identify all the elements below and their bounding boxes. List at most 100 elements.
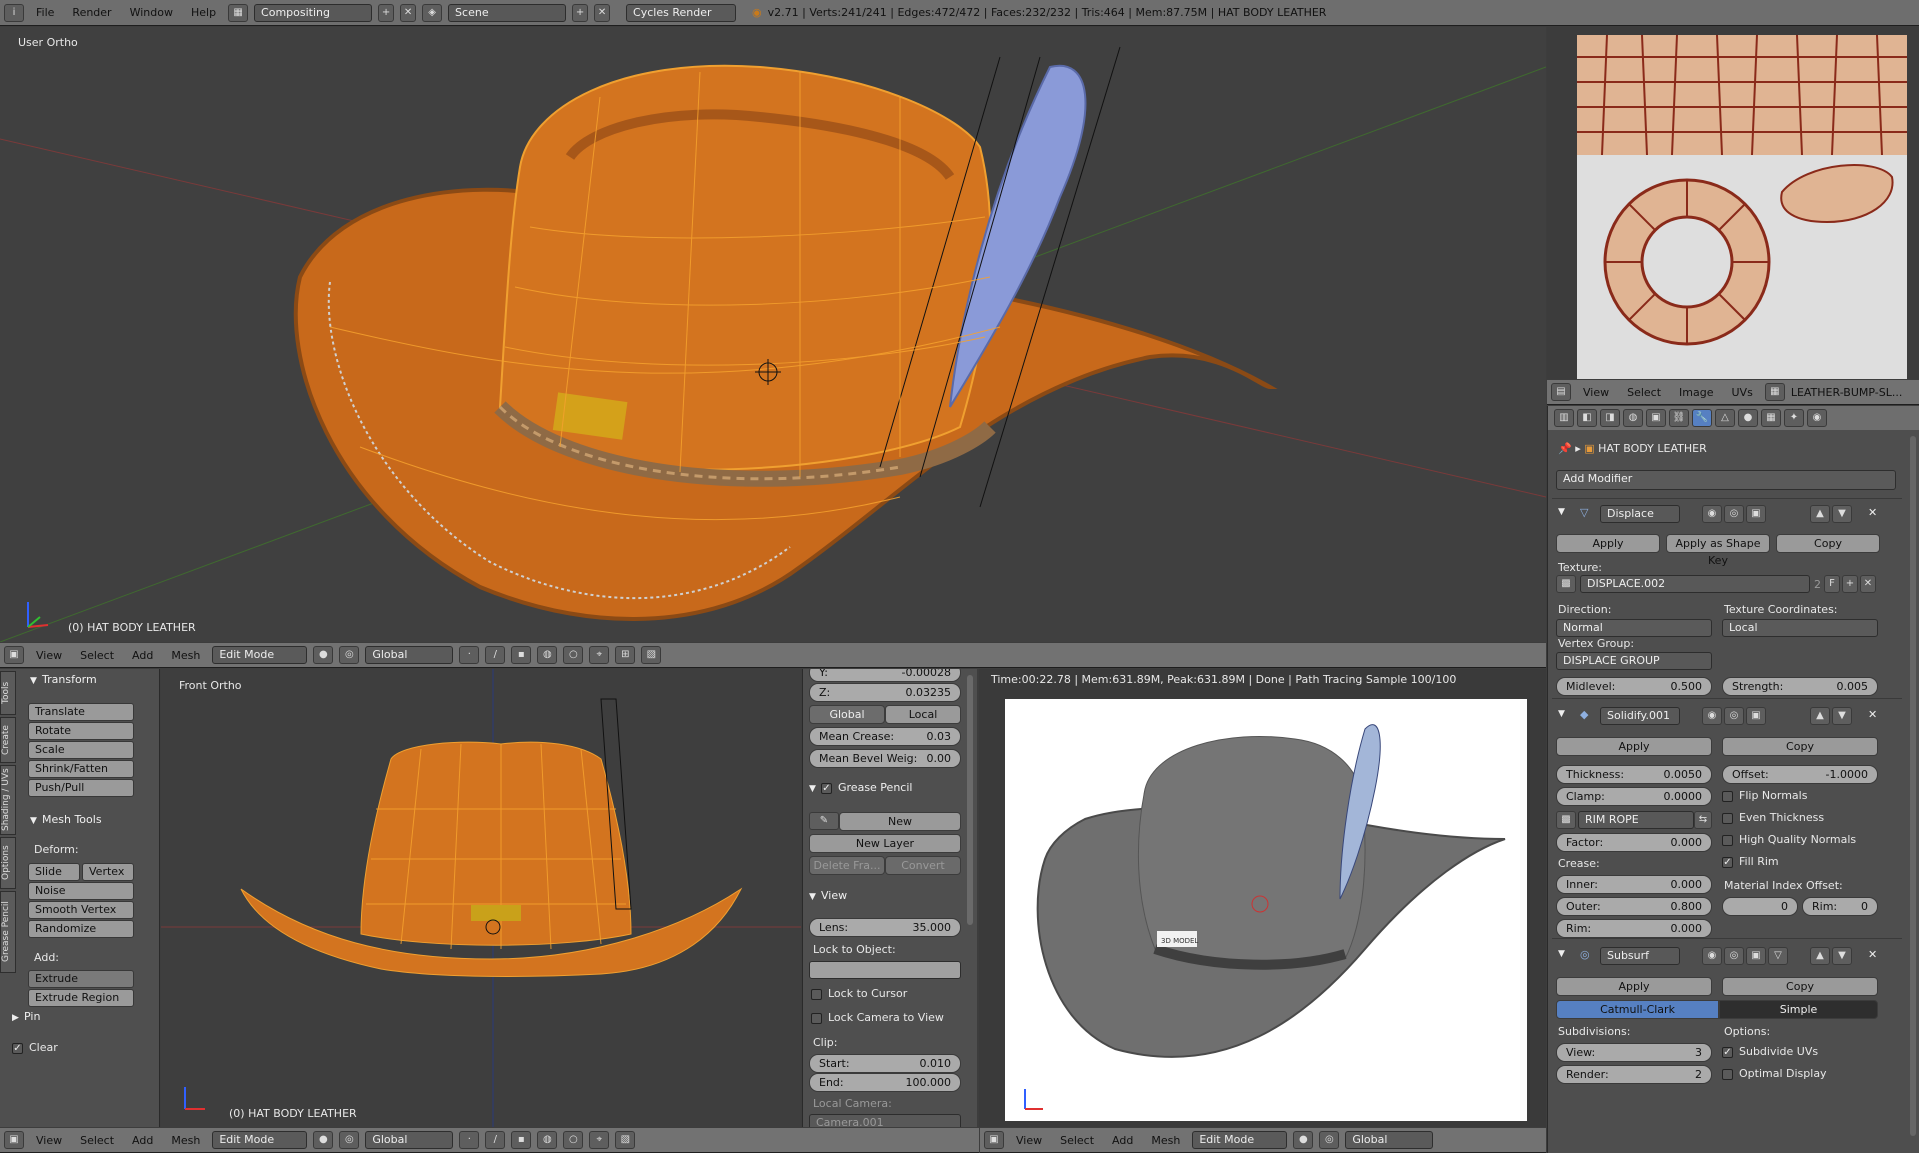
- factor-field[interactable]: Factor: 0.000: [1556, 833, 1712, 852]
- render-engine-select[interactable]: Cycles Render: [626, 3, 737, 22]
- physics-tab-icon[interactable]: ◉: [1807, 409, 1827, 427]
- uv-menu-image[interactable]: Image: [1673, 386, 1719, 399]
- subsurf-name-field[interactable]: Subsurf: [1600, 947, 1680, 965]
- orientation-select[interactable]: Global: [365, 1131, 454, 1149]
- extrude-region-button[interactable]: Extrude Region: [28, 989, 134, 1007]
- move-down-icon[interactable]: ▼: [1832, 707, 1852, 725]
- menu-select[interactable]: Select: [74, 649, 120, 662]
- thickness-field[interactable]: Thickness: 0.0050: [1556, 765, 1712, 784]
- z-location-field[interactable]: Z: 0.03235: [809, 683, 961, 702]
- fake-user-button[interactable]: F: [1824, 575, 1840, 593]
- tab-create[interactable]: Create: [0, 717, 16, 763]
- fill-rim-checkbox[interactable]: ✓ Fill Rim: [1722, 855, 1779, 868]
- collapse-icon[interactable]: ▼: [1558, 507, 1570, 517]
- outer-field[interactable]: Outer: 0.800: [1556, 897, 1712, 916]
- remove-modifier-icon[interactable]: ✕: [1868, 506, 1877, 519]
- solidify-name-field[interactable]: Solidify.001: [1600, 707, 1680, 725]
- texture-browse-icon[interactable]: ▩: [1556, 575, 1576, 593]
- hq-normals-checkbox[interactable]: High Quality Normals: [1722, 833, 1856, 846]
- new-texture-icon[interactable]: +: [1842, 575, 1858, 593]
- solidify-vgroup-field[interactable]: RIM ROPE: [1578, 811, 1694, 829]
- menu-mesh[interactable]: Mesh: [1145, 1134, 1186, 1147]
- editor-type-icon[interactable]: ▥: [1554, 409, 1574, 427]
- front-3d-viewport[interactable]: Front Ortho (0) HAT BODY LEATHER: [161, 669, 801, 1127]
- displace-name-field[interactable]: Displace: [1600, 505, 1680, 523]
- remove-layout-icon[interactable]: ✕: [400, 3, 417, 22]
- vgroup-field[interactable]: DISPLACE GROUP: [1556, 652, 1712, 670]
- menu-select[interactable]: Select: [74, 1134, 120, 1147]
- push-pull-button[interactable]: Push/Pull: [28, 779, 134, 797]
- tab-options[interactable]: Options: [0, 837, 16, 889]
- viewport-toggle-icon[interactable]: ◎: [1724, 947, 1744, 965]
- properties-scrollbar[interactable]: [1910, 436, 1916, 1136]
- panel-scrollbar[interactable]: [967, 675, 973, 925]
- shading-icon[interactable]: ●: [313, 1131, 334, 1149]
- info-icon[interactable]: i: [4, 3, 24, 22]
- convert-button[interactable]: Convert: [885, 856, 961, 875]
- editmode-toggle-icon[interactable]: ▣: [1746, 505, 1766, 523]
- even-thickness-checkbox[interactable]: Even Thickness: [1722, 811, 1824, 824]
- solidify-apply-button[interactable]: Apply: [1556, 737, 1712, 756]
- render-preview-icon[interactable]: ▧: [641, 646, 662, 664]
- render-viewport[interactable]: Time:00:22.78 | Mem:631.89M, Peak:631.89…: [979, 669, 1546, 1127]
- texture-field[interactable]: DISPLACE.002: [1580, 575, 1810, 593]
- editor-type-icon[interactable]: ▣: [4, 1131, 24, 1149]
- menu-help[interactable]: Help: [185, 6, 222, 19]
- lock-object-field[interactable]: [809, 961, 961, 979]
- layout-grid-icon[interactable]: ▦: [228, 3, 249, 22]
- menu-add[interactable]: Add: [1106, 1134, 1139, 1147]
- offset-field[interactable]: Offset: -1.0000: [1722, 765, 1878, 784]
- menu-window[interactable]: Window: [124, 6, 179, 19]
- proportional-icon[interactable]: ○: [563, 1131, 584, 1149]
- shading-icon[interactable]: ●: [313, 646, 334, 664]
- pivot-icon[interactable]: ◎: [339, 646, 360, 664]
- occlude-icon[interactable]: ◍: [537, 1131, 558, 1149]
- render-toggle-icon[interactable]: ◉: [1702, 947, 1722, 965]
- translate-button[interactable]: Translate: [28, 703, 134, 721]
- scene-selector[interactable]: Scene: [448, 3, 567, 22]
- delete-frame-button[interactable]: Delete Fra...: [809, 856, 885, 875]
- tex-coords-select[interactable]: Local: [1722, 619, 1878, 637]
- move-up-icon[interactable]: ▲: [1810, 707, 1830, 725]
- slide-vertex-button[interactable]: Vertex: [82, 863, 134, 881]
- render-toggle-icon[interactable]: ◉: [1702, 707, 1722, 725]
- render-toggle-icon[interactable]: ◉: [1702, 505, 1722, 523]
- subsurf-render-field[interactable]: Render: 2: [1556, 1065, 1712, 1084]
- viewport-toggle-icon[interactable]: ◎: [1724, 707, 1744, 725]
- viewport-toggle-icon[interactable]: ◎: [1724, 505, 1744, 523]
- add-modifier-select[interactable]: Add Modifier: [1556, 470, 1896, 490]
- rim-field[interactable]: Rim: 0.000: [1556, 919, 1712, 938]
- inner-field[interactable]: Inner: 0.000: [1556, 875, 1712, 894]
- subsurf-apply-button[interactable]: Apply: [1556, 977, 1712, 996]
- material-tab-icon[interactable]: ●: [1738, 409, 1758, 427]
- local-camera-field[interactable]: Camera.001: [809, 1114, 961, 1127]
- move-up-icon[interactable]: ▲: [1810, 505, 1830, 523]
- tab-shading-uvs[interactable]: Shading / UVs: [0, 765, 16, 835]
- view-panel-title[interactable]: ▼ View: [809, 889, 847, 902]
- mat-offset-field[interactable]: 0: [1722, 897, 1798, 916]
- smooth-vertex-button[interactable]: Smooth Vertex: [28, 901, 134, 919]
- strength-field[interactable]: Strength: 0.005: [1722, 677, 1878, 696]
- render-preview-icon[interactable]: ▧: [615, 1131, 636, 1149]
- layout-selector[interactable]: Compositing: [254, 3, 373, 22]
- uv-menu-select[interactable]: Select: [1621, 386, 1667, 399]
- extrude-select[interactable]: Extrude: [28, 970, 134, 988]
- subdivide-uvs-checkbox[interactable]: ✓ Subdivide UVs: [1722, 1045, 1818, 1058]
- modifier-tab-icon[interactable]: 🔧: [1692, 409, 1712, 427]
- main-3d-viewport[interactable]: User Ortho (0) HAT BODY LEATHER: [0, 27, 1546, 642]
- uv-menu-uvs[interactable]: UVs: [1726, 386, 1759, 399]
- remove-modifier-icon[interactable]: ✕: [1868, 948, 1877, 961]
- collapse-icon[interactable]: ▼: [1558, 949, 1570, 959]
- move-down-icon[interactable]: ▼: [1832, 947, 1852, 965]
- edge-select-icon[interactable]: /: [485, 646, 506, 664]
- solidify-copy-button[interactable]: Copy: [1722, 737, 1878, 756]
- invert-vgroup-icon[interactable]: ⇆: [1694, 811, 1712, 829]
- object-tab-icon[interactable]: ▣: [1646, 409, 1666, 427]
- editor-type-icon[interactable]: ▣: [4, 646, 24, 664]
- randomize-button[interactable]: Randomize: [28, 920, 134, 938]
- occlude-icon[interactable]: ◍: [537, 646, 558, 664]
- proportional-icon[interactable]: ○: [563, 646, 584, 664]
- flip-normals-checkbox[interactable]: Flip Normals: [1722, 789, 1807, 802]
- snap-icon[interactable]: ⌖: [589, 646, 610, 664]
- move-down-icon[interactable]: ▼: [1832, 505, 1852, 523]
